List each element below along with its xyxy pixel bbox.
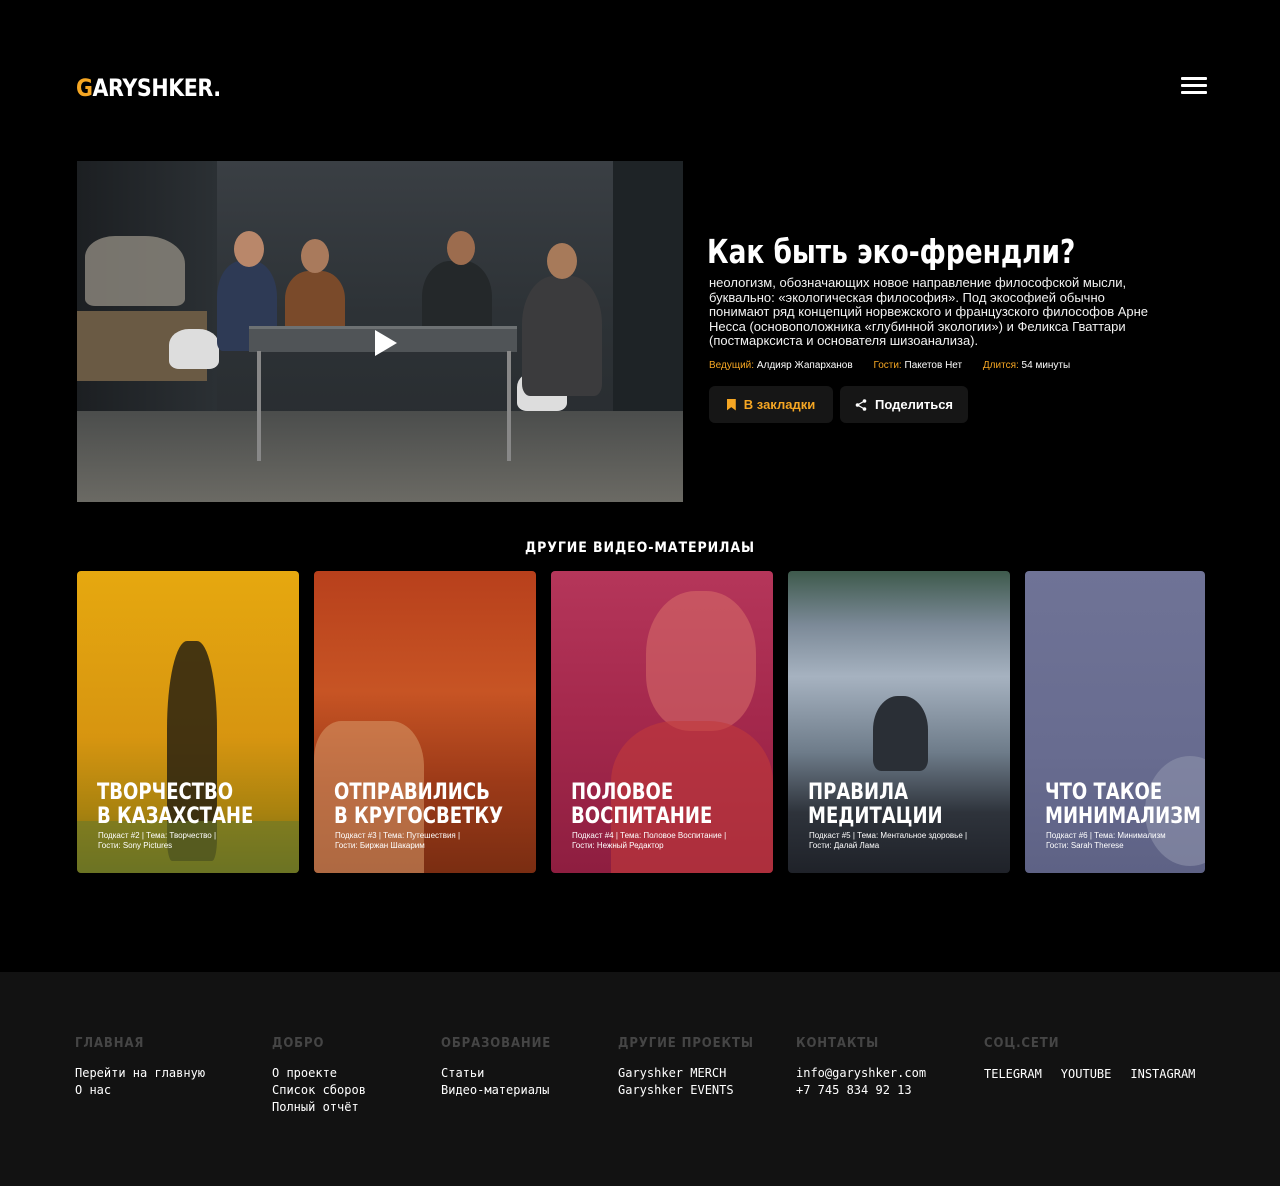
card-title: Творчество в Казахстане: [97, 780, 254, 829]
play-icon[interactable]: [375, 330, 397, 356]
card-meta: Подкаст #4 | Тема: Половое Воспитание | Г…: [572, 831, 727, 850]
footer-link[interactable]: Полный отчёт: [272, 1099, 366, 1116]
card-title: Что такое минимализм: [1045, 780, 1202, 829]
footer-column-contacts: КОНТАКТЫ info@garyshker.com +7 745 834 9…: [796, 1036, 926, 1099]
contact-phone-link[interactable]: +7 745 834 92 13: [796, 1082, 926, 1099]
video-card[interactable]: Творчество в Казахстане Подкаст #2 | Тема…: [77, 571, 299, 873]
footer-heading: ГЛАВНАЯ: [75, 1036, 145, 1051]
video-card[interactable]: Половое воспитание Подкаст #4 | Тема: Пол…: [551, 571, 773, 873]
share-button[interactable]: Поделиться: [840, 386, 968, 423]
share-icon: [855, 398, 867, 411]
video-meta: Ведущий: Алдияр Жапарханов Гости: Пакето…: [709, 360, 1088, 371]
host-value: Алдияр Жапарханов: [756, 360, 853, 371]
footer-column-social: СОЦ.СЕТИ TELEGRAM YOUTUBE INSTAGRAM: [984, 1036, 1195, 1083]
card-title: Отправились в кругосветку: [334, 780, 504, 829]
video-title: Как быть эко-френдли?: [707, 232, 1076, 271]
other-videos-heading: ДРУГИЕ ВИДЕО-МАТЕРИЛАЫ: [524, 540, 756, 556]
share-label: Поделиться: [874, 397, 954, 412]
footer-column-charity: ДОБРО О проекте Список сборов Полный отч…: [272, 1036, 366, 1116]
footer-column-education: ОБРАЗОВАНИЕ Статьи Видео-материалы: [441, 1036, 563, 1099]
footer-link[interactable]: Статьи: [441, 1065, 563, 1082]
instagram-link[interactable]: INSTAGRAM: [1130, 1067, 1195, 1081]
footer: ГЛАВНАЯ Перейти на главную О нас ДОБРО О…: [0, 972, 1280, 1186]
card-title: Правила медитации: [808, 780, 943, 829]
footer-heading: ДОБРО: [272, 1036, 325, 1051]
guests-value: Пакетов Нет: [904, 360, 963, 371]
video-card[interactable]: Что такое минимализм Подкаст #6 | Тема: М…: [1025, 571, 1205, 873]
logo-text: ARYSHKER.: [92, 74, 222, 102]
youtube-link[interactable]: YOUTUBE: [1061, 1067, 1112, 1081]
contact-email-link[interactable]: info@garyshker.com: [796, 1065, 926, 1082]
duration-value: 54 минуты: [1021, 360, 1071, 371]
bookmark-label: В закладки: [743, 397, 816, 412]
duration-label: Длится:: [982, 360, 1019, 371]
footer-link[interactable]: Garyshker MERCH: [618, 1065, 769, 1082]
card-meta: Подкаст #5 | Тема: Ментальное здоровье |…: [809, 831, 968, 850]
site-logo[interactable]: GARYSHKER.: [76, 74, 221, 102]
footer-heading: СОЦ.СЕТИ: [984, 1036, 1060, 1051]
card-meta: Подкаст #3 | Тема: Путешествия | Гости: Б…: [335, 831, 461, 850]
footer-heading: ДРУГИЕ ПРОЕКТЫ: [618, 1036, 754, 1051]
hamburger-menu-icon[interactable]: [1181, 77, 1207, 97]
bookmark-icon: [726, 398, 736, 411]
footer-column-main: ГЛАВНАЯ Перейти на главную О нас: [75, 1036, 205, 1099]
footer-link[interactable]: Перейти на главную: [75, 1065, 205, 1082]
footer-link[interactable]: О проекте: [272, 1065, 366, 1082]
guests-label: Гости:: [873, 360, 902, 371]
footer-link[interactable]: Список сборов: [272, 1082, 366, 1099]
logo-accent-letter: G: [76, 74, 93, 102]
footer-heading: КОНТАКТЫ: [796, 1036, 880, 1051]
video-card[interactable]: Правила медитации Подкаст #5 | Тема: Мент…: [788, 571, 1010, 873]
footer-column-projects: ДРУГИЕ ПРОЕКТЫ Garyshker MERCH Garyshker…: [618, 1036, 769, 1099]
bookmark-button[interactable]: В закладки: [709, 386, 833, 423]
footer-heading: ОБРАЗОВАНИЕ: [441, 1036, 552, 1051]
video-description: неологизм, обозначающих новое направлени…: [709, 275, 1149, 348]
telegram-link[interactable]: TELEGRAM: [984, 1067, 1042, 1081]
card-meta: Подкаст #6 | Тема: Минимализм Гости: Sara…: [1046, 831, 1166, 850]
footer-link[interactable]: Garyshker EVENTS: [618, 1082, 769, 1099]
card-meta: Подкаст #2 | Тема: Творчество | Гости: So…: [98, 831, 217, 850]
card-title: Половое воспитание: [571, 780, 713, 829]
footer-link[interactable]: О нас: [75, 1082, 205, 1099]
host-label: Ведущий:: [709, 360, 755, 371]
video-card[interactable]: Отправились в кругосветку Подкаст #3 | Те…: [314, 571, 536, 873]
footer-link[interactable]: Видео-материалы: [441, 1082, 563, 1099]
